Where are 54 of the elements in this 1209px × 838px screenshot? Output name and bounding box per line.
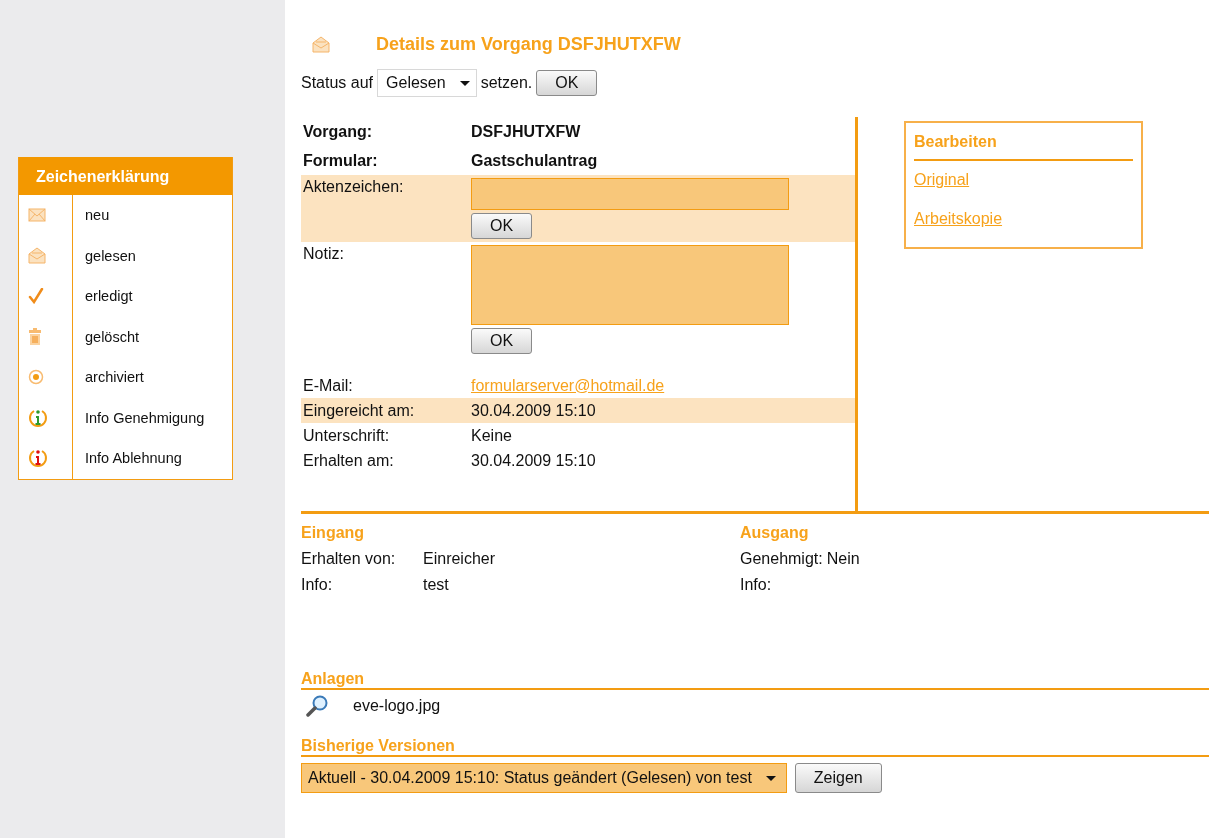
status-label: Status auf: [301, 74, 374, 92]
info-value: test: [423, 576, 449, 594]
info-icon: [28, 407, 48, 428]
info-label: Genehmigt:: [740, 550, 823, 568]
info-label: Info:: [740, 576, 772, 594]
ok-button[interactable]: OK: [536, 70, 598, 96]
legend-label: gelesen: [85, 247, 136, 264]
show-button[interactable]: Zeigen: [794, 763, 882, 793]
ok-button[interactable]: OK: [471, 213, 533, 239]
trash-icon: [28, 327, 42, 346]
legend-label: gelöscht: [85, 328, 139, 345]
note-field[interactable]: [471, 245, 789, 325]
file-name: eve-logo.jpg: [353, 697, 441, 715]
info-label: Erhalten von:: [301, 550, 397, 568]
detail-label: Vorgang:: [303, 122, 374, 141]
checkmark-icon: [28, 288, 44, 305]
section-heading: Eingang: [301, 524, 366, 542]
status-select[interactable]: Gelesen: [377, 69, 477, 97]
page-title: Details zum Vorgang DSFJHUTXFW: [376, 34, 681, 55]
legend-label: Info Genehmigung: [85, 409, 205, 426]
open-envelope-icon: [312, 36, 330, 53]
magnifier-icon[interactable]: [305, 695, 329, 717]
section-heading: Bisherige Versionen: [301, 737, 1209, 757]
version-select[interactable]: Aktuell - 30.04.2009 15:10: Status geändert (Gelesen) von test: [301, 763, 787, 793]
detail-label: Unterschrift:: [303, 426, 391, 445]
info-value: Nein: [826, 550, 860, 568]
legend-label: neu: [85, 207, 110, 224]
detail-value: Keine: [471, 426, 512, 445]
input-field[interactable]: [471, 178, 789, 210]
target-icon: [28, 369, 44, 386]
detail-label: E-Mail:: [303, 376, 354, 395]
detail-value: DSFJHUTXFW: [471, 122, 581, 141]
edit-heading: Bearbeiten: [914, 133, 1133, 161]
open-envelope-icon: [28, 247, 46, 265]
detail-label: Notiz:: [303, 245, 345, 263]
section-heading: Ausgang: [740, 524, 810, 542]
status-label: setzen.: [480, 74, 533, 92]
legend-label: Info Ablehnung: [85, 450, 182, 467]
detail-value: 30.04.2009 15:10: [471, 401, 596, 420]
info-icon: [28, 448, 48, 469]
info-value: Einreicher: [423, 550, 496, 568]
detail-label: Erhalten am:: [303, 451, 395, 470]
section-heading: Anlagen: [301, 670, 1209, 690]
envelope-icon: [28, 208, 46, 223]
detail-label: Formular:: [303, 151, 379, 170]
detail-value: Gastschulantrag: [471, 151, 598, 170]
detail-label: Eingereicht am:: [303, 401, 416, 420]
detail-value: 30.04.2009 15:10: [471, 451, 596, 470]
info-label: Info:: [301, 576, 334, 594]
legend-label: erledigt: [85, 288, 133, 305]
legend-label: archiviert: [85, 369, 144, 386]
ok-button[interactable]: OK: [471, 328, 533, 354]
legend-title: Zeichenerklärung: [19, 157, 232, 195]
detail-label: Aktenzeichen:: [303, 178, 405, 196]
